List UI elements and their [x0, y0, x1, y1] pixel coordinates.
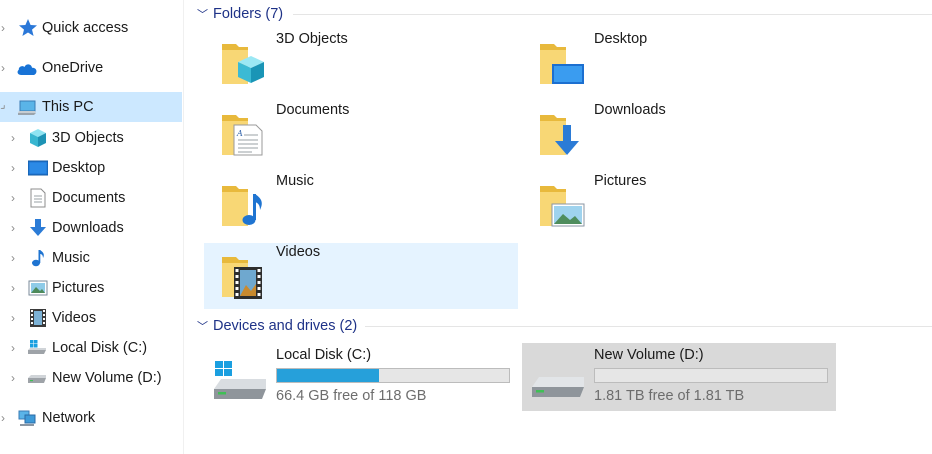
- nav-item-network[interactable]: › Network: [0, 403, 182, 433]
- drive-tile-local-disk-c[interactable]: Local Disk (C:) 66.4 GB free of 118 GB: [204, 343, 518, 411]
- drive-usage-bar: [276, 368, 510, 383]
- folder-tile-music[interactable]: Music: [204, 172, 518, 238]
- group-divider: [365, 326, 932, 327]
- chevron-right-icon[interactable]: ›: [6, 221, 20, 235]
- nav-item-quick-access[interactable]: › Quick access: [0, 13, 182, 43]
- chevron-right-icon[interactable]: ›: [6, 281, 20, 295]
- cube-icon: [30, 129, 46, 147]
- navigation-pane: › Quick access › OneDrive › This PC › 3D…: [0, 0, 184, 454]
- folder-videos-icon: [222, 257, 262, 299]
- nav-label-documents: Documents: [52, 190, 126, 206]
- nav-label-onedrive: OneDrive: [42, 60, 104, 76]
- group-header-folders[interactable]: ﹀ Folders (7): [197, 4, 283, 24]
- group-header-folders-label: Folders (7): [213, 6, 284, 22]
- chevron-right-icon[interactable]: ›: [0, 411, 10, 425]
- nav-item-3d-objects[interactable]: › 3D Objects: [0, 123, 182, 153]
- drive-tile-new-volume-d[interactable]: New Volume (D:) 1.81 TB free of 1.81 TB: [522, 343, 836, 411]
- nav-label-downloads: Downloads: [52, 220, 124, 236]
- nav-label-local-disk-c: Local Disk (C:): [52, 340, 148, 356]
- drive-icon: [532, 377, 584, 397]
- nav-label-pictures: Pictures: [52, 280, 105, 296]
- drive-icon: [28, 375, 46, 383]
- folder-tile-desktop[interactable]: Desktop: [522, 30, 836, 96]
- group-header-devices-and-drives[interactable]: ﹀ Devices and drives (2): [197, 316, 357, 336]
- folder-tile-documents[interactable]: A Documents: [204, 101, 518, 167]
- folder-tile-label: Documents: [276, 102, 350, 118]
- folder-tile-label: Downloads: [594, 102, 666, 118]
- nav-item-onedrive[interactable]: › OneDrive: [0, 53, 182, 83]
- nav-label-network: Network: [42, 410, 96, 426]
- folder-tile-label: 3D Objects: [276, 31, 348, 47]
- folder-documents-icon: A: [222, 115, 263, 156]
- desktop-icon: [28, 160, 48, 176]
- music-note-icon: [32, 250, 44, 267]
- nav-label-this-pc: This PC: [42, 99, 94, 115]
- folder-3d-objects-icon: [222, 44, 264, 84]
- folder-tile-3d-objects[interactable]: 3D Objects: [204, 30, 518, 96]
- nav-item-desktop[interactable]: › Desktop: [0, 153, 182, 183]
- chevron-right-icon[interactable]: ›: [6, 371, 20, 385]
- network-icon: [18, 410, 36, 426]
- nav-item-documents[interactable]: › Documents: [0, 183, 182, 213]
- nav-label-desktop: Desktop: [52, 160, 106, 176]
- windows-drive-icon: [28, 340, 46, 354]
- computer-icon: [18, 100, 36, 115]
- drive-name: New Volume (D:): [594, 347, 704, 363]
- chevron-right-icon[interactable]: ›: [6, 311, 20, 325]
- chevron-down-icon[interactable]: ›: [0, 97, 14, 117]
- folder-pictures-icon: [540, 186, 585, 227]
- nav-item-downloads[interactable]: › Downloads: [0, 213, 182, 243]
- nav-label-quick-access: Quick access: [42, 20, 129, 36]
- drive-usage-fill: [277, 369, 380, 382]
- folder-downloads-icon: [540, 115, 579, 155]
- svg-text:A: A: [236, 129, 243, 138]
- film-icon: [30, 309, 46, 327]
- chevron-down-icon[interactable]: ﹀: [197, 318, 213, 334]
- chevron-right-icon[interactable]: ›: [6, 131, 20, 145]
- star-icon: [19, 19, 37, 36]
- folder-music-icon: [222, 186, 262, 226]
- chevron-right-icon[interactable]: ›: [6, 191, 20, 205]
- folder-tile-downloads[interactable]: Downloads: [522, 101, 836, 167]
- nav-label-new-volume-d: New Volume (D:): [52, 370, 162, 386]
- chevron-right-icon[interactable]: ›: [6, 161, 20, 175]
- chevron-down-icon[interactable]: ﹀: [197, 6, 213, 22]
- chevron-right-icon[interactable]: ›: [0, 61, 10, 75]
- drive-free-space: 66.4 GB free of 118 GB: [276, 388, 427, 404]
- picture-icon: [28, 280, 48, 296]
- nav-item-new-volume-d[interactable]: › New Volume (D:): [0, 363, 182, 393]
- nav-item-music[interactable]: › Music: [0, 243, 182, 273]
- nav-label-videos: Videos: [52, 310, 97, 326]
- folder-tile-videos[interactable]: Videos: [204, 243, 518, 309]
- nav-item-pictures[interactable]: › Pictures: [0, 273, 182, 303]
- nav-label-music: Music: [52, 250, 90, 266]
- group-divider: [293, 14, 932, 15]
- chevron-right-icon[interactable]: ›: [6, 341, 20, 355]
- folder-tile-label: Music: [276, 173, 314, 189]
- windows-drive-icon: [214, 361, 266, 399]
- nav-item-videos[interactable]: › Videos: [0, 303, 182, 333]
- chevron-right-icon[interactable]: ›: [0, 21, 10, 35]
- folder-tile-label: Desktop: [594, 31, 648, 47]
- download-arrow-icon: [30, 219, 46, 236]
- nav-label-3d-objects: 3D Objects: [52, 130, 124, 146]
- nav-item-local-disk-c[interactable]: › Local Disk (C:): [0, 333, 182, 363]
- cloud-icon: [17, 64, 37, 75]
- document-icon: [30, 188, 46, 208]
- drive-free-space: 1.81 TB free of 1.81 TB: [594, 388, 745, 404]
- folder-tile-pictures[interactable]: Pictures: [522, 172, 836, 238]
- drive-name: Local Disk (C:): [276, 347, 372, 363]
- group-header-drives-label: Devices and drives (2): [213, 318, 358, 334]
- folder-tile-label: Pictures: [594, 173, 647, 189]
- drive-usage-bar: [594, 368, 828, 383]
- nav-item-this-pc[interactable]: › This PC: [0, 92, 182, 122]
- folder-tile-label: Videos: [276, 244, 321, 260]
- chevron-right-icon[interactable]: ›: [6, 251, 20, 265]
- folder-desktop-icon: [540, 44, 584, 84]
